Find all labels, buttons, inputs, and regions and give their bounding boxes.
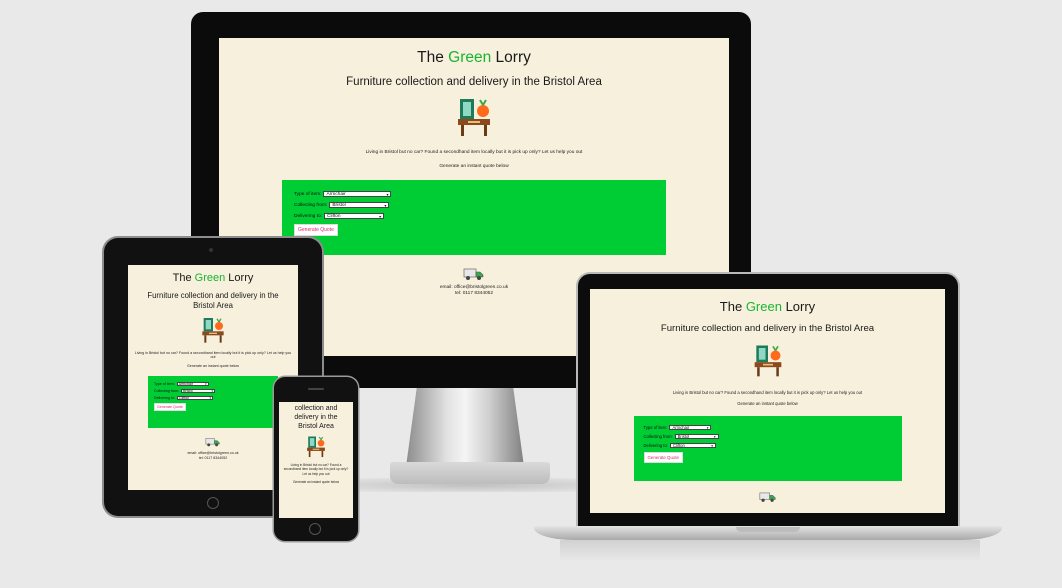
to-select[interactable]: Clifton ▾: [669, 443, 716, 448]
from-select-value: Bristol: [677, 434, 690, 439]
form-row-to: Delivering to: Clifton ▾: [154, 396, 272, 401]
from-label: Collecting from:: [643, 434, 673, 439]
page-subtitle: Furniture collection and delivery in the…: [346, 76, 602, 88]
to-select-value: Clifton: [178, 396, 190, 401]
footer-tel: tel: 0117 8344052: [198, 456, 228, 461]
page-subtitle: Furniture collection and delivery in the…: [660, 323, 875, 334]
laptop-shadow: [560, 540, 980, 562]
page-title: The Green Lorry: [219, 49, 729, 67]
chevron-down-icon: ▾: [209, 396, 211, 401]
chevron-down-icon: ▾: [211, 389, 213, 394]
title-text: Lorry: [781, 299, 816, 314]
laptop-screen: The Green Lorry Furniture collection and…: [590, 289, 945, 513]
chevron-down-icon: ▾: [711, 443, 713, 448]
title-green-word: Green: [194, 272, 226, 284]
page-title: The Green Lorry: [128, 272, 298, 284]
quote-form: Type of item: Armchair ▾ Collecting from:…: [282, 180, 666, 255]
form-row-from: Collecting from: Bristol ▾: [294, 202, 654, 208]
furniture-icon: [456, 97, 492, 137]
to-label: Delivering to:: [294, 213, 322, 219]
to-select-value: Clifton: [327, 213, 341, 219]
type-label: Type of item:: [643, 425, 668, 430]
intro-text: Living in Bristol but no car? Found a se…: [283, 463, 349, 476]
from-select-value: Bristol: [332, 202, 346, 208]
title-green-word: Green: [448, 49, 492, 66]
title-text: The: [172, 272, 195, 284]
page-subtitle: Furniture collection and delivery in the…: [147, 291, 279, 310]
from-label: Collecting from:: [294, 202, 328, 208]
phone-speaker: [308, 388, 324, 390]
lorry-icon: [463, 267, 485, 281]
cta-text: Generate an instant quote below: [737, 401, 798, 406]
tablet-screen: The Green Lorry Furniture collection and…: [128, 265, 298, 490]
title-text: Lorry: [491, 49, 531, 66]
to-label: Delivering to:: [643, 443, 668, 448]
generate-quote-button[interactable]: Generate Quote: [643, 452, 683, 463]
title-text: The: [417, 49, 449, 66]
chevron-down-icon: ▾: [713, 434, 716, 439]
to-select[interactable]: Clifton ▾: [324, 213, 384, 219]
furniture-icon: [753, 343, 783, 378]
cta-text: Generate an instant quote below: [187, 364, 239, 369]
form-row-from: Collecting from: Bristol ▾: [154, 389, 272, 394]
form-row-to: Delivering to: Clifton ▾: [294, 213, 654, 219]
cta-text: Generate an instant quote below: [292, 479, 340, 484]
type-select-value: Armchair: [326, 191, 346, 197]
monitor-stand-base: [390, 462, 550, 484]
furniture-icon: [306, 435, 326, 458]
chevron-down-icon: ▾: [386, 192, 389, 197]
form-row-from: Collecting from: Bristol ▾: [644, 434, 892, 439]
from-select-value: Bristol: [182, 389, 193, 394]
to-select[interactable]: Clifton ▾: [176, 396, 213, 401]
from-select[interactable]: Bristol ▾: [329, 202, 390, 208]
page-title: The Green Lorry: [590, 299, 945, 314]
form-row-type: Type of item: Armchair ▾: [644, 425, 892, 430]
phone-home-button: [309, 523, 321, 535]
intro-text: Living in Bristol but no car? Found a se…: [134, 351, 292, 360]
type-select-value: Armchair: [178, 382, 193, 387]
monitor-stand-neck: [405, 386, 525, 474]
type-select-value: Armchair: [672, 425, 690, 430]
form-row-to: Delivering to: Clifton ▾: [644, 443, 892, 448]
chevron-down-icon: ▾: [205, 382, 207, 387]
chevron-down-icon: ▾: [706, 425, 709, 430]
phone-screen: collection and delivery in the Bristol A…: [279, 402, 353, 518]
title-text: The: [719, 299, 746, 314]
type-label: Type of item:: [154, 382, 175, 387]
intro-text: Living in Bristol but no car? Found a se…: [365, 150, 583, 155]
chevron-down-icon: ▾: [379, 214, 381, 219]
generate-quote-button[interactable]: Generate Quote: [294, 224, 338, 236]
quote-form: Type of item: Armchair ▾ Collecting from:…: [148, 376, 278, 429]
chevron-down-icon: ▾: [384, 203, 387, 208]
from-select[interactable]: Bristol ▾: [674, 434, 719, 439]
from-select[interactable]: Bristol ▾: [180, 389, 215, 394]
quote-form: Type of item: Armchair ▾ Collecting from:…: [633, 416, 902, 481]
laptop-notch: [736, 527, 800, 532]
form-row-type: Type of item: Armchair ▾: [294, 191, 654, 197]
from-label: Collecting from:: [154, 389, 179, 394]
intro-text: Living in Bristol but no car? Found a se…: [672, 390, 863, 395]
type-select[interactable]: Armchair ▾: [176, 382, 209, 387]
generate-quote-button[interactable]: Generate Quote: [154, 403, 186, 412]
lorry-icon: [205, 437, 221, 447]
type-select[interactable]: Armchair ▾: [323, 191, 392, 197]
type-label: Type of item:: [294, 191, 322, 197]
type-select[interactable]: Armchair ▾: [669, 425, 712, 430]
lorry-icon: [758, 491, 777, 503]
tablet-camera: [209, 248, 213, 252]
tablet-home-button: [207, 497, 219, 509]
footer-email: email: office@bristolgreen.co.uk: [187, 451, 239, 456]
phone-heading: collection and delivery in the Bristol A…: [294, 405, 338, 430]
title-text: Lorry: [225, 272, 254, 284]
to-label: Delivering to:: [154, 396, 175, 401]
furniture-icon: [201, 316, 225, 344]
title-green-word: Green: [745, 299, 782, 314]
to-select-value: Clifton: [672, 443, 685, 448]
form-row-type: Type of item: Armchair ▾: [154, 382, 272, 387]
cta-text: Generate an instant quote below: [439, 164, 509, 169]
